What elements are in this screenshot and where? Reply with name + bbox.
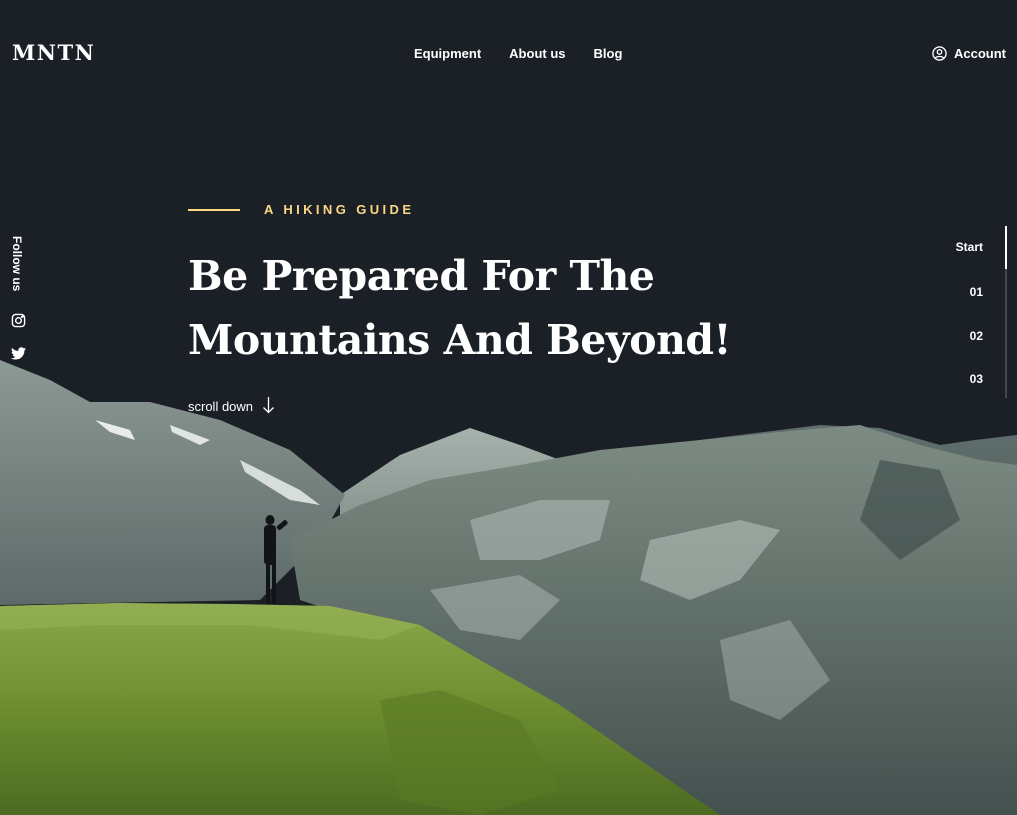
main-nav: Equipment About us Blog [414, 46, 622, 61]
follow-us-label: Follow us [10, 236, 24, 292]
account-label: Account [954, 46, 1006, 61]
steps-active-indicator [1005, 226, 1007, 269]
instagram-icon[interactable] [11, 313, 26, 333]
account-button[interactable]: Account [932, 46, 1006, 61]
step-start[interactable]: Start [956, 240, 983, 254]
mountain-landscape [0, 360, 1017, 815]
step-01[interactable]: 01 [970, 285, 983, 299]
headline-line-1: Be Prepared For The [188, 252, 655, 300]
step-02[interactable]: 02 [970, 329, 983, 343]
user-circle-icon [932, 46, 947, 61]
logo[interactable]: MNTN [12, 40, 95, 65]
eyebrow-label: A HIKING GUIDE [264, 202, 415, 217]
nav-about-us[interactable]: About us [509, 46, 565, 61]
nav-blog[interactable]: Blog [594, 46, 623, 61]
eyebrow-line [188, 208, 240, 211]
nav-equipment[interactable]: Equipment [414, 46, 481, 61]
eyebrow: A HIKING GUIDE [188, 202, 414, 217]
